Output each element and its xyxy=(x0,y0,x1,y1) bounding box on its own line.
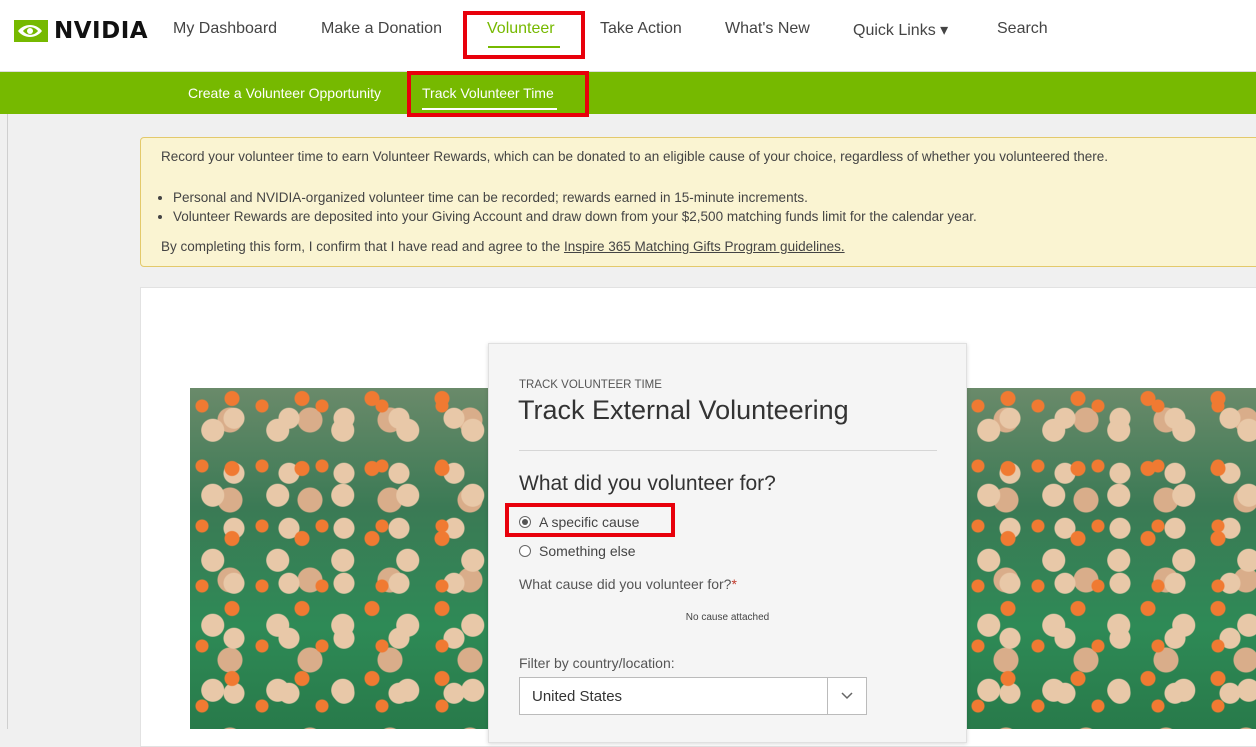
track-volunteering-form: TRACK VOLUNTEER TIME Track External Volu… xyxy=(488,343,967,743)
brand-wordmark: NVIDIA xyxy=(54,18,149,44)
guidelines-link[interactable]: Inspire 365 Matching Gifts Program guide… xyxy=(564,239,845,254)
subnav-active-indicator xyxy=(422,108,557,110)
notice-bullet: Personal and NVIDIA-organized volunteer … xyxy=(173,188,977,207)
notice-bullet-list: Personal and NVIDIA-organized volunteer … xyxy=(155,188,977,226)
question-heading: What did you volunteer for? xyxy=(519,472,776,495)
volunteers-photo-right xyxy=(966,388,1256,729)
info-notice: Record your volunteer time to earn Volun… xyxy=(140,137,1256,267)
form-title: Track External Volunteering xyxy=(518,395,849,425)
cause-label-text: What cause did you volunteer for? xyxy=(519,576,732,592)
top-navigation: NVIDIA My Dashboard Make a Donation Volu… xyxy=(0,0,1256,72)
page-edge-line xyxy=(7,114,8,729)
form-eyebrow: TRACK VOLUNTEER TIME xyxy=(519,379,662,391)
volunteers-photo-left xyxy=(190,388,490,729)
nav-my-dashboard[interactable]: My Dashboard xyxy=(173,20,277,38)
subnav-create-opportunity[interactable]: Create a Volunteer Opportunity xyxy=(188,85,381,101)
radio-label: A specific cause xyxy=(539,514,640,530)
country-select[interactable]: United States xyxy=(519,677,867,715)
nav-volunteer[interactable]: Volunteer xyxy=(487,20,555,38)
radio-specific-cause[interactable]: A specific cause xyxy=(519,514,639,530)
form-divider xyxy=(519,450,937,451)
cause-field-label: What cause did you volunteer for?* xyxy=(519,576,737,592)
country-select-value: United States xyxy=(532,688,623,705)
radio-label: Something else xyxy=(539,543,636,559)
nav-active-indicator xyxy=(488,46,560,48)
no-cause-text: No cause attached xyxy=(685,612,770,623)
filter-country-label: Filter by country/location: xyxy=(519,655,675,671)
required-mark: * xyxy=(731,576,737,592)
sub-navigation: Create a Volunteer Opportunity Track Vol… xyxy=(0,72,1256,114)
nav-search[interactable]: Search xyxy=(997,20,1048,38)
subnav-track-volunteer-time[interactable]: Track Volunteer Time xyxy=(422,85,554,101)
radio-something-else[interactable]: Something else xyxy=(519,543,636,559)
nav-make-a-donation[interactable]: Make a Donation xyxy=(321,20,442,38)
chevron-down-icon[interactable] xyxy=(827,678,866,714)
notice-confirm: By completing this form, I confirm that … xyxy=(161,239,845,254)
notice-intro: Record your volunteer time to earn Volun… xyxy=(161,149,1109,164)
nav-whats-new[interactable]: What's New xyxy=(725,20,810,38)
confirm-text: By completing this form, I confirm that … xyxy=(161,239,564,254)
radio-unselected-icon xyxy=(519,545,531,557)
nvidia-eye-icon xyxy=(14,20,48,42)
notice-bullet: Volunteer Rewards are deposited into you… xyxy=(173,207,977,226)
radio-selected-icon xyxy=(519,516,531,528)
nvidia-logo[interactable]: NVIDIA xyxy=(14,18,148,44)
nav-take-action[interactable]: Take Action xyxy=(600,20,682,38)
nav-quick-links[interactable]: Quick Links ▾ xyxy=(853,20,948,40)
